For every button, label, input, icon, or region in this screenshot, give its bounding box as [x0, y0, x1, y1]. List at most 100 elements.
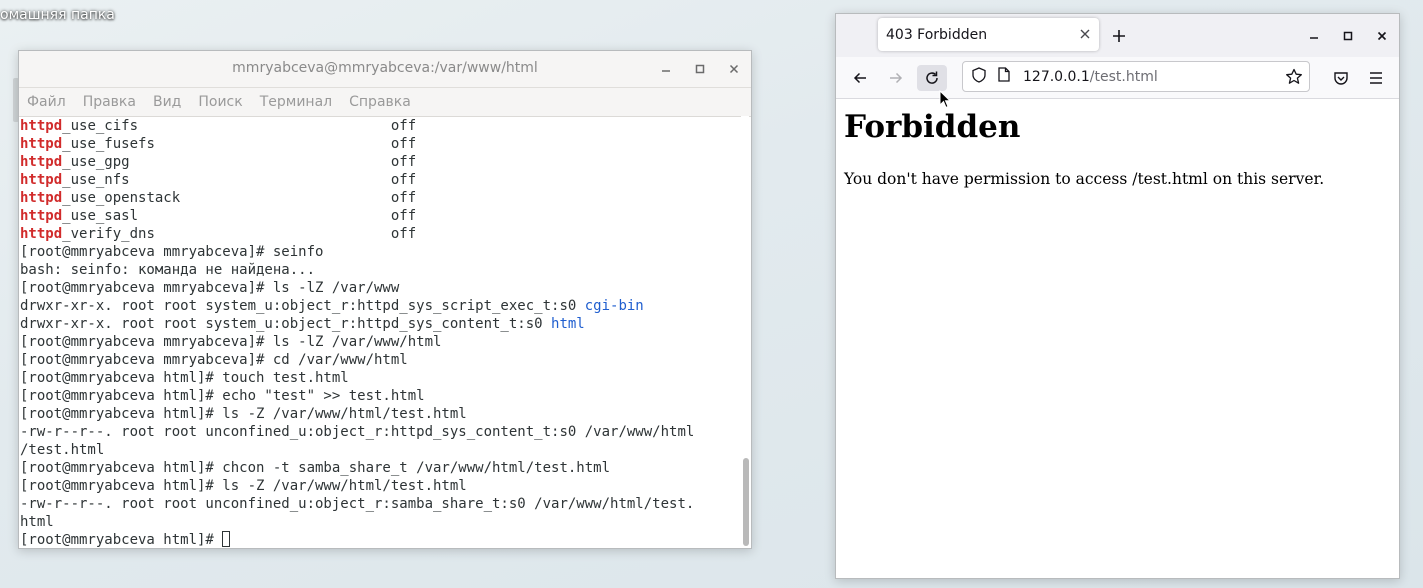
terminal-text: -rw-r--r--. root root unconfined_u:objec… [20, 424, 695, 440]
shield-icon[interactable] [972, 66, 986, 87]
page-heading: Forbidden [844, 109, 1021, 145]
maximize-icon [1343, 31, 1353, 41]
terminal-text: [root@mmryabceva html]# chcon -t samba_s… [20, 460, 611, 476]
tab-403-forbidden[interactable]: 403 Forbidden [878, 18, 1099, 51]
reload-button[interactable] [917, 65, 947, 91]
close-icon [729, 64, 739, 74]
directory-name: html [551, 316, 585, 332]
terminal-window: mmryabceva@mmryabceva:/var/www/html Файл… [18, 50, 752, 549]
terminal-text: [root@mmryabceva html]# ls -Z /var/www/h… [20, 406, 467, 422]
terminal-text: /test.html [20, 442, 105, 458]
pocket-icon [1334, 72, 1348, 85]
menu-file[interactable]: Файл [27, 94, 66, 110]
new-tab-button[interactable] [1112, 24, 1126, 48]
terminal-line: httpd_use_cifs off [20, 117, 739, 135]
terminal-scrollbar[interactable] [741, 116, 749, 548]
highlight-match: httpd [20, 172, 63, 188]
forward-button[interactable] [881, 65, 911, 91]
terminal-line: -rw-r--r--. root root unconfined_u:objec… [20, 495, 739, 513]
browser-close-button[interactable] [1372, 26, 1392, 46]
terminal-text: [root@mmryabceva mmryabceva]# ls -lZ /va… [20, 280, 400, 296]
url-bar[interactable]: 127.0.0.1/test.html [962, 61, 1310, 92]
menu-edit[interactable]: Правка [83, 94, 136, 110]
terminal-output[interactable]: httpd_use_cifs off httpd_use_fusefs off ht… [19, 116, 739, 548]
terminal-line: httpd_use_sasl off [20, 207, 739, 225]
terminal-line: httpd_verify_dns off [20, 225, 739, 243]
menu-terminal[interactable]: Терминал [260, 94, 332, 110]
highlight-match: httpd [20, 118, 63, 134]
browser-maximize-button[interactable] [1338, 26, 1358, 46]
highlight-match: httpd [20, 208, 63, 224]
browser-navbar: 127.0.0.1/test.html [836, 57, 1399, 99]
terminal-line: /test.html [20, 441, 739, 459]
highlight-match: httpd [20, 136, 63, 152]
terminal-line: httpd_use_openstack off [20, 189, 739, 207]
url-text[interactable]: 127.0.0.1/test.html [1023, 69, 1158, 85]
close-button[interactable] [724, 59, 744, 79]
app-menu-button[interactable] [1361, 65, 1391, 91]
minimize-icon [1310, 37, 1318, 39]
menu-help[interactable]: Справка [349, 94, 411, 110]
url-host: 127.0.0.1 [1023, 68, 1090, 85]
terminal-line: httpd_use_gpg off [20, 153, 739, 171]
terminal-text: [root@mmryabceva html]# touch test.html [20, 370, 349, 386]
page-content: Forbidden You don't have permission to a… [836, 109, 1399, 188]
terminal-line: [root@mmryabceva mmryabceva]# ls -lZ /va… [20, 333, 739, 351]
url-path: /test.html [1089, 68, 1158, 85]
terminal-text: [root@mmryabceva mmryabceva]# ls -lZ /va… [20, 334, 442, 350]
back-button[interactable] [845, 65, 875, 91]
terminal-text: drwxr-xr-x. root root system_u:object_r:… [20, 298, 585, 314]
terminal-line: [root@mmryabceva mmryabceva]# ls -lZ /va… [20, 279, 739, 297]
page-message: You don't have permission to access /tes… [844, 170, 1325, 188]
terminal-line: [root@mmryabceva mmryabceva]# seinfo [20, 243, 739, 261]
menu-search[interactable]: Поиск [198, 94, 242, 110]
terminal-text: [root@mmryabceva mmryabceva]# cd /var/ww… [20, 352, 408, 368]
menu-view[interactable]: Вид [153, 94, 181, 110]
close-icon [1377, 31, 1387, 41]
terminal-line: [root@mmryabceva html]# ls -Z /var/www/h… [20, 477, 739, 495]
terminal-prompt-line[interactable]: [root@mmryabceva html]# [20, 531, 739, 549]
terminal-line: [root@mmryabceva html]# touch test.html [20, 369, 739, 387]
browser-minimize-button[interactable] [1304, 26, 1324, 46]
maximize-button[interactable] [690, 59, 710, 79]
text-cursor [222, 531, 231, 547]
terminal-text: -rw-r--r--. root root unconfined_u:objec… [20, 496, 695, 512]
highlight-match: httpd [20, 154, 63, 170]
hamburger-menu-icon [1370, 72, 1382, 84]
plus-icon [1113, 30, 1125, 42]
terminal-menubar: Файл Правка Вид Поиск Терминал Справка [19, 88, 751, 117]
terminal-text: _use_gpg off [62, 154, 417, 170]
desktop-home-folder-label[interactable]: омашняя папка [0, 7, 115, 23]
tab-close-button[interactable] [1080, 25, 1090, 43]
terminal-text: [root@mmryabceva html]# echo "test" >> t… [20, 388, 425, 404]
terminal-line: drwxr-xr-x. root root system_u:object_r:… [20, 297, 739, 315]
terminal-text: _use_fusefs off [62, 136, 417, 152]
terminal-titlebar[interactable]: mmryabceva@mmryabceva:/var/www/html [19, 51, 751, 88]
directory-name: cgi-bin [584, 298, 644, 314]
terminal-line: bash: seinfo: команда не найдена... [20, 261, 739, 279]
terminal-line: httpd_use_nfs off [20, 171, 739, 189]
highlight-match: httpd [20, 190, 63, 206]
terminal-line: -rw-r--r--. root root unconfined_u:objec… [20, 423, 739, 441]
terminal-line: html [20, 513, 739, 531]
terminal-title: mmryabceva@mmryabceva:/var/www/html [232, 60, 538, 76]
terminal-line: [root@mmryabceva html]# ls -Z /var/www/h… [20, 405, 739, 423]
terminal-prompt: [root@mmryabceva html]# [20, 532, 223, 548]
close-icon [1080, 29, 1090, 39]
arrow-right-icon [890, 72, 903, 84]
terminal-line: [root@mmryabceva mmryabceva]# cd /var/ww… [20, 351, 739, 369]
page-icon[interactable] [998, 67, 1010, 86]
terminal-text: _use_sasl off [62, 208, 417, 224]
terminal-text: _verify_dns off [62, 226, 417, 242]
terminal-text: [root@mmryabceva html]# ls -Z /var/www/h… [20, 478, 467, 494]
minimize-icon [662, 70, 670, 72]
pocket-button[interactable] [1326, 65, 1356, 91]
scrollbar-thumb[interactable] [743, 458, 749, 546]
minimize-button[interactable] [656, 59, 676, 79]
arrow-left-icon [853, 72, 866, 84]
bookmark-star-icon[interactable] [1285, 68, 1303, 90]
terminal-text: _use_cifs off [62, 118, 417, 134]
browser-tabbar: 403 Forbidden [836, 14, 1399, 57]
terminal-line: httpd_use_fusefs off [20, 135, 739, 153]
terminal-text: _use_openstack off [62, 190, 417, 206]
